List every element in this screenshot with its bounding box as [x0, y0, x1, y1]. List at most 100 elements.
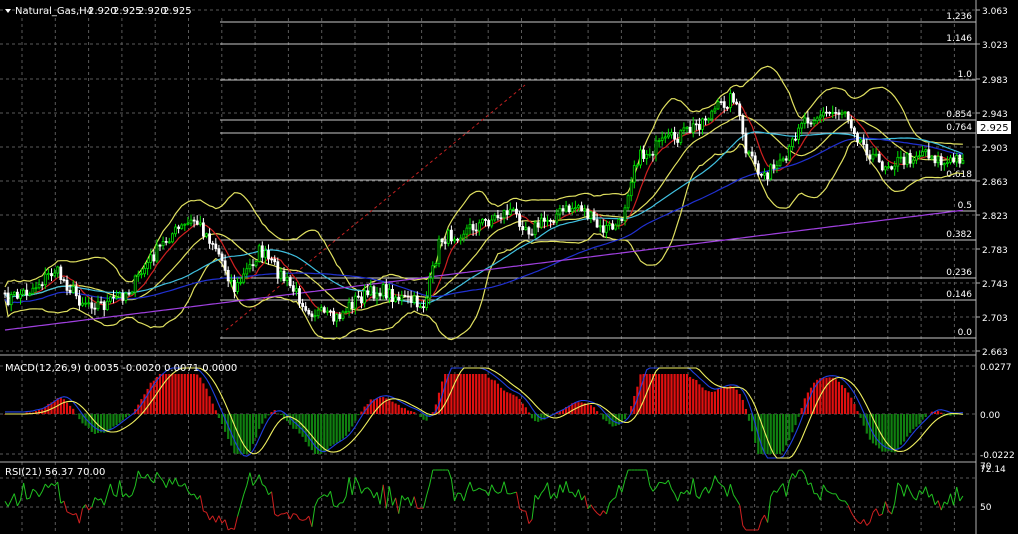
- candle-body[interactable]: [263, 250, 267, 258]
- candle-body[interactable]: [59, 266, 63, 280]
- candle-body[interactable]: [335, 314, 339, 322]
- candle-body[interactable]: [744, 133, 748, 154]
- candle-body[interactable]: [127, 292, 131, 295]
- candle-body[interactable]: [195, 220, 199, 225]
- candle-body[interactable]: [849, 119, 853, 129]
- candle-body[interactable]: [279, 270, 283, 279]
- candle-body[interactable]: [384, 284, 388, 299]
- candle-body[interactable]: [512, 208, 515, 211]
- candle-body[interactable]: [226, 269, 230, 282]
- candle-body[interactable]: [211, 242, 215, 245]
- candle-body[interactable]: [688, 126, 692, 133]
- candle-body[interactable]: [942, 163, 946, 166]
- candle-body[interactable]: [102, 301, 106, 310]
- candle-body[interactable]: [930, 155, 934, 159]
- candle-body[interactable]: [632, 165, 636, 183]
- candle-body[interactable]: [915, 155, 918, 161]
- candle-body[interactable]: [446, 229, 450, 244]
- candle-body[interactable]: [288, 277, 292, 287]
- candle-body[interactable]: [192, 219, 196, 222]
- candle-body[interactable]: [673, 131, 676, 140]
- candle-body[interactable]: [750, 151, 754, 157]
- candle-body[interactable]: [487, 220, 491, 227]
- candle-body[interactable]: [564, 205, 568, 212]
- candle-body[interactable]: [418, 306, 422, 309]
- candle-body[interactable]: [78, 295, 81, 306]
- candle-body[interactable]: [484, 218, 487, 221]
- candle-body[interactable]: [946, 161, 949, 164]
- candle-body[interactable]: [121, 292, 125, 301]
- candle-body[interactable]: [642, 149, 645, 159]
- candle-body[interactable]: [400, 295, 404, 301]
- candle-body[interactable]: [474, 229, 478, 232]
- candle-body[interactable]: [198, 222, 202, 225]
- candle-body[interactable]: [161, 241, 165, 247]
- candle-body[interactable]: [87, 302, 91, 305]
- candle-body[interactable]: [214, 243, 218, 250]
- candle-body[interactable]: [298, 288, 301, 304]
- candle-body[interactable]: [84, 302, 87, 305]
- candle-body[interactable]: [899, 156, 903, 159]
- candle-body[interactable]: [527, 227, 531, 235]
- candle-body[interactable]: [186, 222, 190, 225]
- candle-body[interactable]: [893, 165, 897, 170]
- candle-body[interactable]: [902, 156, 906, 165]
- candle-body[interactable]: [31, 287, 35, 295]
- candle-body[interactable]: [828, 111, 831, 114]
- candle-body[interactable]: [493, 215, 497, 221]
- triangle-down-icon[interactable]: [5, 9, 11, 13]
- candle-body[interactable]: [952, 157, 955, 163]
- candle-body[interactable]: [781, 158, 785, 161]
- candle-body[interactable]: [406, 295, 410, 298]
- candle-body[interactable]: [694, 123, 698, 126]
- candle-body[interactable]: [62, 279, 66, 281]
- candle-body[interactable]: [567, 205, 571, 212]
- candle-body[interactable]: [949, 157, 952, 163]
- candle-body[interactable]: [422, 306, 425, 309]
- candle-body[interactable]: [74, 286, 78, 297]
- candle-body[interactable]: [601, 225, 605, 233]
- candle-body[interactable]: [598, 225, 602, 228]
- candle-body[interactable]: [229, 279, 233, 282]
- candle-body[interactable]: [815, 117, 819, 122]
- candle-body[interactable]: [772, 164, 776, 169]
- candle-body[interactable]: [316, 309, 320, 317]
- candle-body[interactable]: [530, 233, 534, 236]
- candle-body[interactable]: [794, 138, 797, 141]
- candle-body[interactable]: [592, 211, 596, 221]
- candle-body[interactable]: [394, 296, 398, 302]
- candle-body[interactable]: [471, 224, 475, 231]
- candle-body[interactable]: [28, 293, 32, 296]
- candle-body[interactable]: [223, 260, 227, 271]
- candle-body[interactable]: [812, 120, 816, 125]
- candle-body[interactable]: [372, 286, 376, 299]
- candle-body[interactable]: [480, 218, 484, 224]
- candle-body[interactable]: [201, 222, 205, 237]
- candle-body[interactable]: [518, 213, 521, 227]
- candle-body[interactable]: [124, 292, 128, 301]
- candle-body[interactable]: [344, 311, 348, 314]
- candle-body[interactable]: [543, 217, 546, 222]
- candle-body[interactable]: [756, 163, 760, 175]
- candle-body[interactable]: [713, 108, 717, 112]
- candle-body[interactable]: [294, 288, 298, 292]
- candle-body[interactable]: [242, 273, 246, 283]
- candle-body[interactable]: [558, 208, 562, 215]
- candle-body[interactable]: [927, 149, 931, 159]
- candle-body[interactable]: [112, 296, 115, 299]
- candle-body[interactable]: [363, 290, 367, 304]
- candle-body[interactable]: [490, 219, 494, 227]
- candle-body[interactable]: [908, 153, 912, 164]
- candle-body[interactable]: [254, 261, 258, 266]
- candle-body[interactable]: [453, 238, 456, 242]
- candle-body[interactable]: [722, 101, 726, 108]
- candle-body[interactable]: [859, 139, 862, 143]
- candle-body[interactable]: [139, 273, 143, 276]
- candle-body[interactable]: [840, 112, 844, 115]
- candle-body[interactable]: [149, 254, 153, 263]
- candle-body[interactable]: [34, 287, 38, 290]
- candle-body[interactable]: [611, 223, 614, 230]
- candle-body[interactable]: [391, 288, 394, 302]
- candle-body[interactable]: [366, 290, 370, 296]
- candle-body[interactable]: [164, 241, 168, 243]
